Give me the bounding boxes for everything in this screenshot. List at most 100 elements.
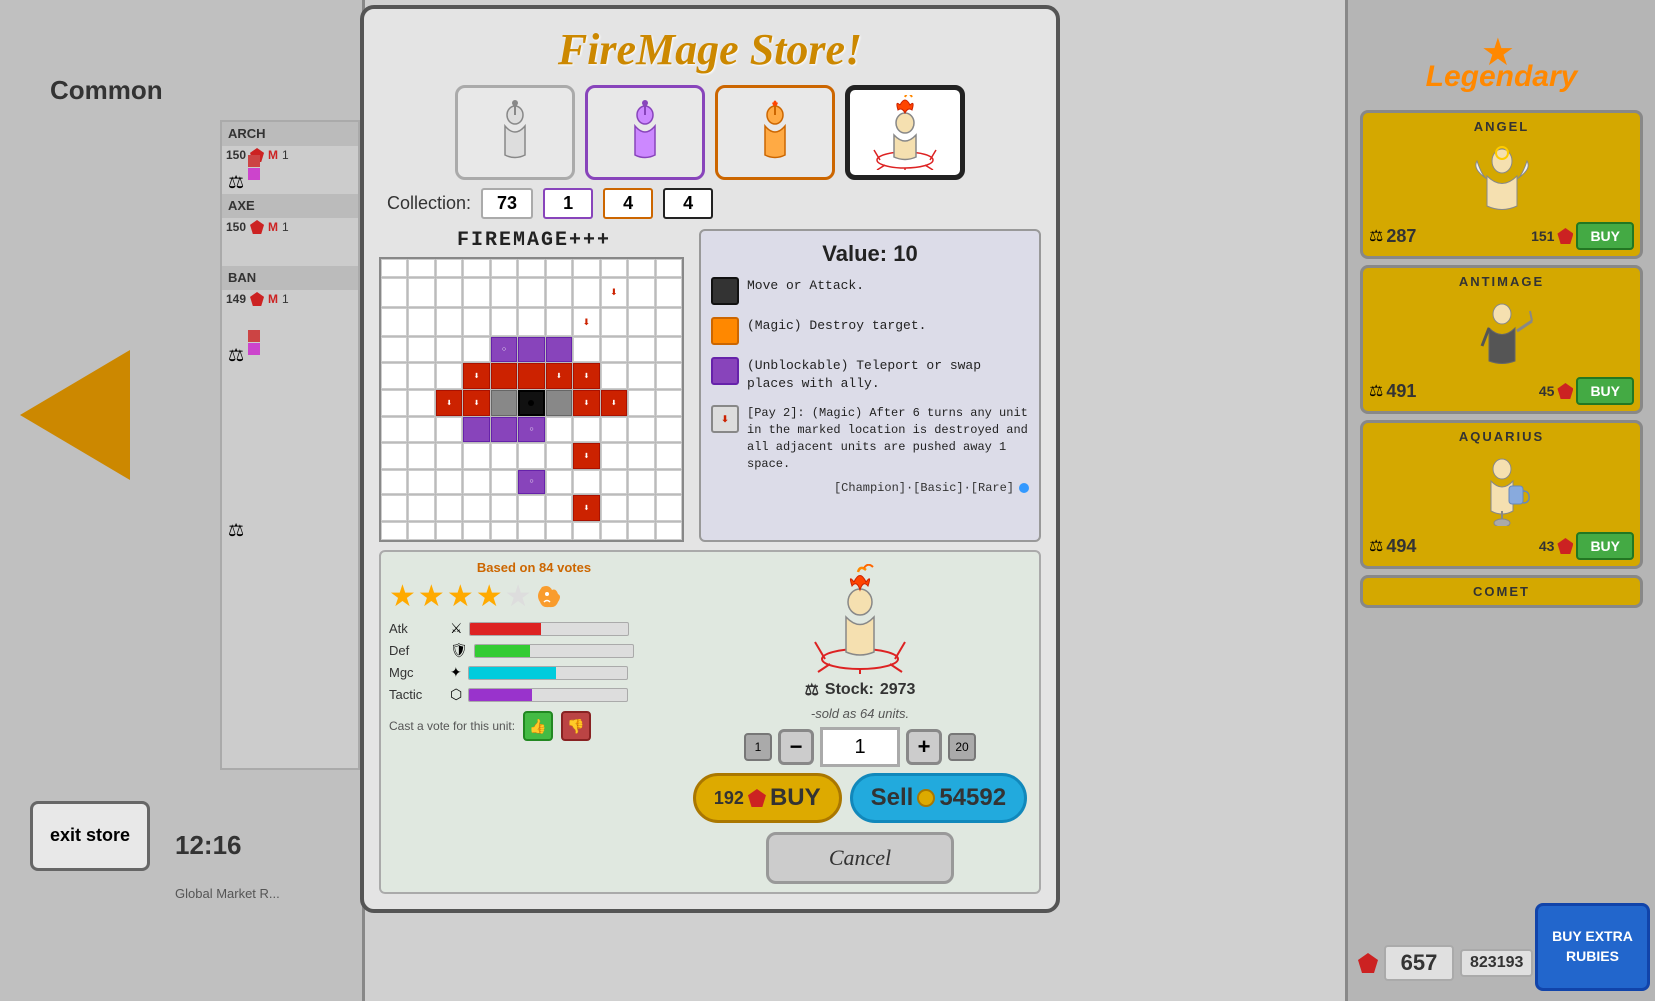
stat-mgc-row: Mgc ✦ xyxy=(389,664,679,681)
qty-min-button[interactable]: 1 xyxy=(744,733,772,761)
ban-price: 149 xyxy=(226,292,246,306)
cell-2-4 xyxy=(491,308,517,337)
aquarius-price: 494 xyxy=(1386,536,1416,557)
cell-7-8 xyxy=(601,443,627,469)
qty-max-button[interactable]: 20 xyxy=(948,733,976,761)
left-scale-2: ⚖ xyxy=(228,345,244,366)
unit-grid: ⬇ ⬇ ○ ⬇ ⬇ ⬇ xyxy=(379,257,684,542)
cell-4-10 xyxy=(656,363,682,389)
cell-2-10 xyxy=(656,308,682,337)
antimage-buy-button[interactable]: BUY xyxy=(1576,377,1634,405)
global-market-label: Global Market R... xyxy=(175,886,280,901)
map-area: ARCH 150 M 1 AXE 150 M 1 BAN 149 M 1 xyxy=(220,120,360,770)
cell-2-7: ⬇ xyxy=(573,308,599,337)
cell-6-0 xyxy=(381,417,407,442)
atk-sword-icon: ⚔ xyxy=(450,620,463,637)
unit-tab-4[interactable] xyxy=(845,85,965,180)
cell-8-1 xyxy=(408,470,434,495)
cell-3-6 xyxy=(546,337,572,362)
antimage-ruby-icon xyxy=(1557,383,1573,399)
stat-mgc-fill xyxy=(469,667,556,679)
mgc-magic-icon: ✦ xyxy=(450,664,462,681)
axe-label: AXE xyxy=(228,198,255,213)
aquarius-buy-button[interactable]: BUY xyxy=(1576,532,1634,560)
sell-large-button[interactable]: Sell 54592 xyxy=(850,773,1027,823)
tags-text: [Champion]·[Basic]·[Rare] xyxy=(834,481,1014,495)
cell-3-5 xyxy=(518,337,544,362)
unit-grid-title: FIREMAGE+++ xyxy=(379,229,689,252)
star-1: ★ xyxy=(389,579,416,614)
cell-7-3 xyxy=(463,443,489,469)
antimage-scale-icon: ⚖ xyxy=(1369,381,1383,401)
cell-9-0 xyxy=(381,495,407,521)
blue-dot-icon xyxy=(1019,483,1029,493)
cell-9-6 xyxy=(546,495,572,521)
comet-name: COMET xyxy=(1369,584,1634,599)
cell-6-2 xyxy=(436,417,462,442)
exit-store-button[interactable]: exit store xyxy=(30,801,150,871)
cell-8-7 xyxy=(573,470,599,495)
ability-text-2: (Magic) Destroy target. xyxy=(747,317,926,335)
unit-detail-row: FIREMAGE+++ ⬇ ⬇ ○ xyxy=(379,229,1041,542)
cell-0-9 xyxy=(628,259,654,277)
sold-label: -sold as 64 units. xyxy=(811,706,909,721)
qty-plus-button[interactable]: + xyxy=(906,729,942,765)
cell-6-3 xyxy=(463,417,489,442)
quantity-input[interactable] xyxy=(820,727,900,767)
star-4: ★ xyxy=(476,579,503,614)
unit-tab-3[interactable] xyxy=(715,85,835,180)
cell-3-8 xyxy=(601,337,627,362)
collection-box-4: 4 xyxy=(663,188,713,219)
vote-section: Cast a vote for this unit: 👍 👎 xyxy=(389,711,679,741)
axe-ruby xyxy=(250,220,264,234)
cell-8-6 xyxy=(546,470,572,495)
buy-large-button[interactable]: 192 BUY xyxy=(693,773,842,823)
cell-2-8 xyxy=(601,308,627,337)
stat-def-row: Def 🛡 xyxy=(389,642,679,659)
cancel-button[interactable]: Cancel xyxy=(766,832,954,884)
cell-7-5 xyxy=(518,443,544,469)
abilities-section: Value: 10 Move or Attack. (Magic) Destro… xyxy=(699,229,1041,542)
grid-section: FIREMAGE+++ ⬇ ⬇ ○ xyxy=(379,229,689,542)
ban-ruby xyxy=(250,292,264,306)
arch-items: 150 M 1 xyxy=(222,146,358,164)
nav-arrow-left[interactable] xyxy=(20,350,130,480)
vote-thumbsdown-icon[interactable]: 👎 xyxy=(561,711,591,741)
cell-6-10 xyxy=(656,417,682,442)
cell-4-2 xyxy=(436,363,462,389)
cell-2-1 xyxy=(408,308,434,337)
buy-extra-rubies-button[interactable]: BUY EXTRA RUBIES xyxy=(1535,903,1650,991)
unit-tabs-row xyxy=(379,85,1041,180)
cell-3-4: ○ xyxy=(491,337,517,362)
angel-name: ANGEL xyxy=(1369,119,1634,134)
angel-bottom: ⚖ 287 151 BUY xyxy=(1369,222,1634,250)
angel-buy-button[interactable]: BUY xyxy=(1576,222,1634,250)
balance-ruby-icon xyxy=(1358,953,1378,973)
cell-1-3 xyxy=(463,278,489,307)
aquarius-scale-icon: ⚖ xyxy=(1369,536,1383,556)
ruby-balance: 657 xyxy=(1384,945,1454,981)
map-row-arch: ARCH xyxy=(222,122,358,146)
tab2-unit-icon xyxy=(618,100,673,165)
sell-coin-icon xyxy=(917,789,935,807)
angel-ruby-cost: 151 xyxy=(1531,228,1554,244)
cell-4-7: ⬇ xyxy=(573,363,599,389)
cell-2-6 xyxy=(546,308,572,337)
cell-3-7 xyxy=(573,337,599,362)
left-squares-3 xyxy=(248,330,260,342)
stat-tactic-label: Tactic xyxy=(389,687,444,702)
stat-atk-bar xyxy=(469,622,629,636)
unit-tab-2[interactable] xyxy=(585,85,705,180)
cell-9-1 xyxy=(408,495,434,521)
vote-thumbsup-icon[interactable]: 👍 xyxy=(523,711,553,741)
left-squares-1 xyxy=(248,155,260,167)
cell-3-1 xyxy=(408,337,434,362)
cell-1-4 xyxy=(491,278,517,307)
cell-1-0 xyxy=(381,278,407,307)
qty-minus-button[interactable]: − xyxy=(778,729,814,765)
sell-gold-amount: 54592 xyxy=(939,784,1006,812)
cell-5-8: ⬇ xyxy=(601,390,627,416)
cell-0-10 xyxy=(656,259,682,277)
map-row-axe: AXE xyxy=(222,194,358,218)
unit-tab-1[interactable] xyxy=(455,85,575,180)
